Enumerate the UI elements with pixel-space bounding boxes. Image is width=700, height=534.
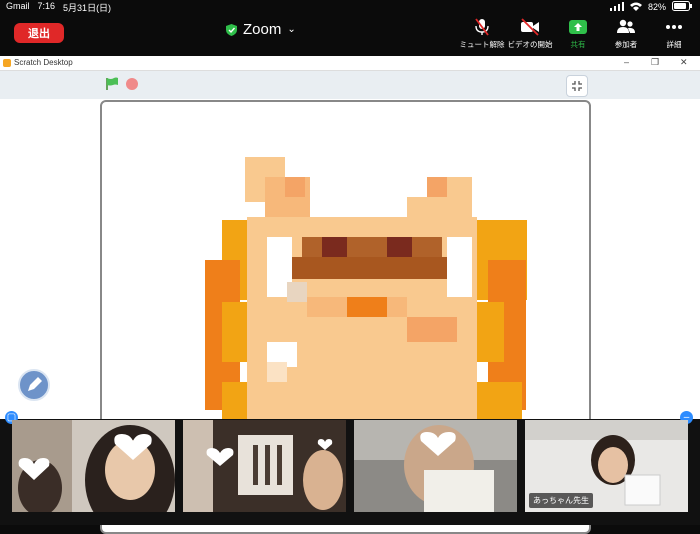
maximize-button[interactable]: ❐ [651,57,659,68]
time-label: 7:16 [37,1,56,11]
meeting-title-text: Zoom [243,21,282,38]
participant-tile-4[interactable]: あっちゃん先生 [525,420,688,512]
privacy-heart-icon [114,434,152,460]
more-label: 詳細 [666,40,682,49]
privacy-heart-icon [420,432,456,456]
share-screen-icon [569,20,587,34]
carrier-label: Gmail [6,1,30,11]
scratch-app-icon [3,59,11,67]
pencil-icon [28,377,42,391]
participant-tile-1[interactable] [12,420,175,512]
leave-button[interactable]: 退出 [14,23,64,43]
close-button[interactable]: ✕ [680,57,688,68]
scratch-toolbar [0,71,700,99]
date-label: 5月31日(日) [63,3,112,13]
video-off-icon [521,18,539,36]
privacy-heart-icon [317,439,333,450]
chevron-down-icon: ⌄ [287,24,296,35]
minimize-button[interactable]: – [624,57,629,67]
participant-tile-2[interactable] [183,420,346,512]
signal-icon [609,1,624,13]
more-button[interactable]: 詳細 [644,18,700,50]
window-titlebar: Scratch Desktop – ❐ ✕ [0,56,700,71]
participant-tile-3[interactable] [354,420,517,512]
meeting-title[interactable]: Zoom ⌄ [226,21,296,38]
zoom-toolbar: 退出 Zoom ⌄ ミュート解除 ビデオの開始 共有 参加者 詳細 [0,14,700,54]
share-label: 共有 [570,40,586,49]
fullscreen-exit-button[interactable] [566,75,588,97]
participants-icon [617,19,635,33]
participant-name: あっちゃん先生 [529,493,593,508]
participants-label: 参加者 [614,40,638,49]
green-flag-icon[interactable] [105,77,119,91]
secure-shield-icon [226,23,237,36]
annotate-pencil-button[interactable] [18,369,50,401]
start-video-label: ビデオの開始 [507,40,553,49]
battery-percent: 82% [647,2,666,12]
wifi-icon [629,2,642,13]
status-bar: Gmail 7:16 5月31日(日) 82% [0,0,700,14]
fullscreen-exit-icon [572,81,582,91]
stop-icon[interactable] [126,78,138,90]
unmute-label: ミュート解除 [459,40,505,49]
microphone-muted-icon [475,18,489,36]
battery-icon [672,1,692,13]
privacy-heart-icon [18,458,50,480]
privacy-heart-icon [206,448,234,466]
more-icon [666,25,682,29]
window-title: Scratch Desktop [14,58,73,67]
